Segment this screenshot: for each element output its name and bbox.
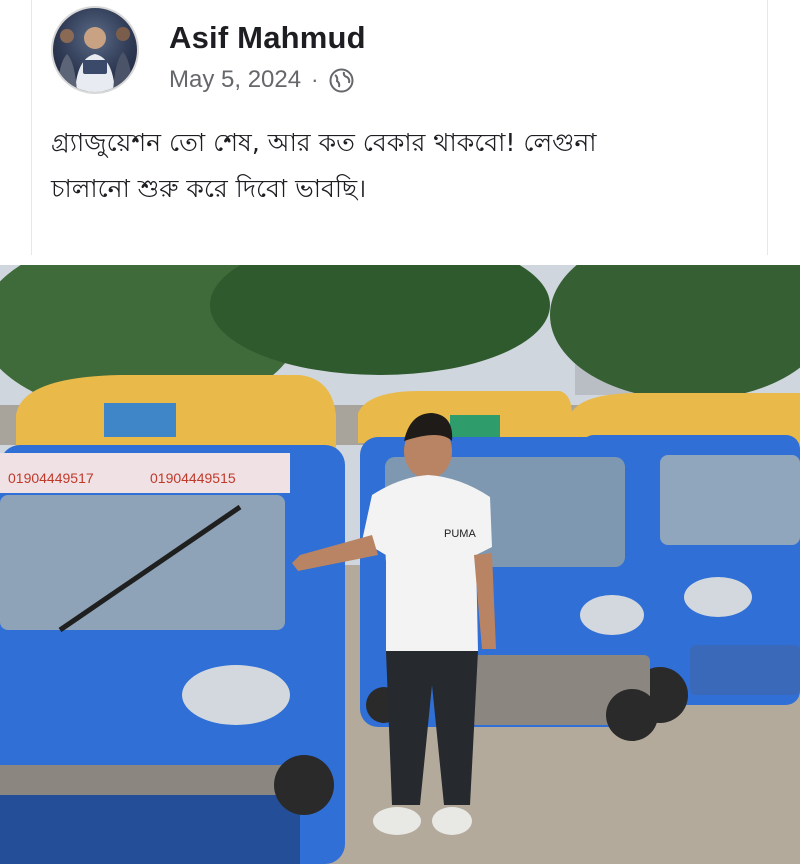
- person-right-shoe: [432, 807, 472, 835]
- author-avatar[interactable]: [51, 6, 139, 94]
- post-photo[interactable]: 01904449517 01904449515 PUMA: [0, 265, 800, 864]
- post-text-line-1: গ্র্যাজুয়েশন তো শেষ, আর কত বেকার থাকবো!…: [51, 128, 597, 157]
- globe-icon[interactable]: [328, 67, 355, 94]
- meta-separator: ·: [311, 67, 319, 92]
- author-name[interactable]: Asif Mahmud: [169, 20, 366, 56]
- vehicle-left: 01904449517 01904449515: [0, 375, 345, 864]
- post-meta: May 5, 2024 ·: [169, 66, 355, 94]
- person-left-shoe: [373, 807, 421, 835]
- card-border-right: [767, 0, 768, 255]
- post-text-line-2: চালানো শুরু করে দিবো ভাবছি।: [51, 174, 367, 203]
- avatar-photo: [57, 27, 133, 92]
- post-date[interactable]: May 5, 2024: [169, 66, 301, 94]
- vehicle-sign-text: 01904449515: [150, 470, 236, 486]
- shirt-logo: PUMA: [444, 528, 476, 540]
- card-border-left: [31, 0, 32, 255]
- vehicle-sign-text: 01904449517: [8, 470, 94, 486]
- post-text: গ্র্যাজুয়েশন তো শেষ, আর কত বেকার থাকবো!…: [51, 120, 751, 212]
